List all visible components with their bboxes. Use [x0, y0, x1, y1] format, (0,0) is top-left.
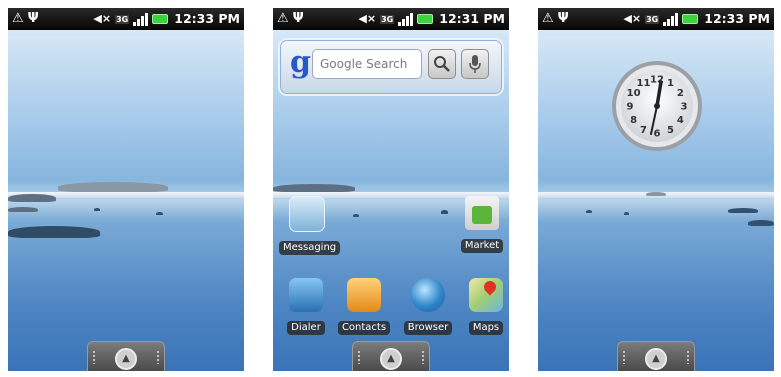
usb-icon: Ψ [27, 11, 39, 26]
distant-island [646, 192, 666, 196]
dock-grip [421, 350, 425, 364]
rock [624, 212, 629, 215]
status-time: 12:31 PM [439, 11, 505, 26]
app-drawer-handle[interactable]: ▲ [617, 341, 695, 371]
clock-numeral: 7 [640, 125, 647, 136]
google-g-logo: g [290, 45, 311, 80]
voice-search-button[interactable] [461, 49, 489, 79]
shore-rock [8, 207, 38, 212]
dock-grip [357, 350, 361, 364]
3g-icon: 3G [645, 14, 660, 24]
launcher-up-icon[interactable]: ▲ [115, 348, 137, 370]
app-messaging[interactable]: Messaging [279, 196, 341, 255]
status-bar[interactable]: ⚠ Ψ ◀× 3G 12:31 PM [273, 8, 509, 30]
rock [94, 208, 100, 211]
app-contacts[interactable]: Contacts [336, 278, 392, 335]
google-search-widget: g Google Search [278, 38, 504, 96]
rock [748, 220, 774, 226]
clock-numeral: 2 [677, 88, 684, 99]
alert-triangle-icon: ⚠ [277, 11, 289, 26]
app-dialer[interactable]: Dialer [278, 278, 334, 335]
contacts-folder-icon [347, 278, 381, 312]
usb-icon: Ψ [557, 11, 569, 26]
app-label: Market [460, 239, 504, 253]
dialer-phone-icon [289, 278, 323, 312]
app-label: Browser [403, 321, 453, 335]
launcher-up-icon[interactable]: ▲ [645, 348, 667, 370]
rock [586, 210, 592, 213]
clock-numeral: 4 [677, 115, 684, 126]
search-input[interactable]: Google Search [312, 49, 422, 79]
phone-screen-2: ⚠ Ψ ◀× 3G 12:31 PM g Google Search Messa… [273, 8, 509, 371]
mute-icon: ◀× [358, 12, 377, 25]
app-label: Contacts [337, 321, 391, 335]
phone-screen-1: ⚠ Ψ ◀× 3G 12:33 PM ▲ [8, 8, 244, 371]
dock-grip [156, 350, 160, 364]
status-time: 12:33 PM [174, 11, 240, 26]
rock [441, 210, 448, 214]
signal-icon [133, 12, 149, 26]
analog-clock-widget[interactable]: 12 1 2 3 4 5 6 7 8 9 10 11 [611, 60, 703, 152]
app-label: Messaging [279, 241, 341, 255]
app-label: Dialer [287, 321, 325, 335]
battery-icon [152, 14, 169, 24]
app-market[interactable]: Market [454, 196, 509, 253]
clock-numeral: 1 [667, 78, 674, 89]
3g-icon: 3G [115, 14, 130, 24]
mute-icon: ◀× [623, 12, 642, 25]
shore-rock [273, 184, 355, 192]
rock [156, 212, 163, 215]
dock-grip [686, 350, 690, 364]
app-label: Maps [468, 321, 504, 335]
clock-numeral: 10 [627, 88, 641, 99]
wallpaper[interactable] [8, 30, 244, 371]
mute-icon: ◀× [93, 12, 112, 25]
rock [728, 208, 758, 213]
app-drawer-handle[interactable]: ▲ [87, 341, 165, 371]
shore-rock [8, 194, 56, 202]
search-magnifier-icon [434, 56, 450, 72]
clock-numeral: 6 [654, 129, 661, 140]
app-maps[interactable]: Maps [458, 278, 509, 335]
app-browser[interactable]: Browser [400, 278, 456, 335]
status-bar[interactable]: ⚠ Ψ ◀× 3G 12:33 PM [8, 8, 244, 30]
clock-numeral: 9 [627, 102, 634, 113]
usb-icon: Ψ [292, 11, 304, 26]
alert-triangle-icon: ⚠ [12, 11, 24, 26]
battery-icon [682, 14, 699, 24]
messaging-icon [289, 196, 325, 232]
dock-grip [92, 350, 96, 364]
alert-triangle-icon: ⚠ [542, 11, 554, 26]
clock-numeral: 8 [630, 115, 637, 126]
maps-pin-icon [469, 278, 503, 312]
signal-icon [398, 12, 414, 26]
clock-numeral: 5 [667, 125, 674, 136]
app-drawer-handle[interactable]: ▲ [352, 341, 430, 371]
rock-outcrop [8, 226, 100, 238]
clock-numeral: 3 [681, 102, 688, 113]
phone-screen-3: ⚠ Ψ ◀× 3G 12:33 PM 12 1 2 3 4 5 6 7 8 9 … [538, 8, 774, 371]
clock-center-pin [654, 103, 660, 109]
battery-icon [417, 14, 434, 24]
rock [353, 214, 359, 217]
market-bag-icon [465, 196, 499, 230]
launcher-up-icon[interactable]: ▲ [380, 348, 402, 370]
status-bar[interactable]: ⚠ Ψ ◀× 3G 12:33 PM [538, 8, 774, 30]
clock-numeral: 11 [637, 78, 651, 89]
status-time: 12:33 PM [704, 11, 770, 26]
distant-island [58, 182, 168, 192]
3g-icon: 3G [380, 14, 395, 24]
signal-icon [663, 12, 679, 26]
search-button[interactable] [428, 49, 456, 79]
dock-grip [622, 350, 626, 364]
browser-globe-icon [411, 278, 445, 312]
microphone-icon [469, 55, 481, 73]
